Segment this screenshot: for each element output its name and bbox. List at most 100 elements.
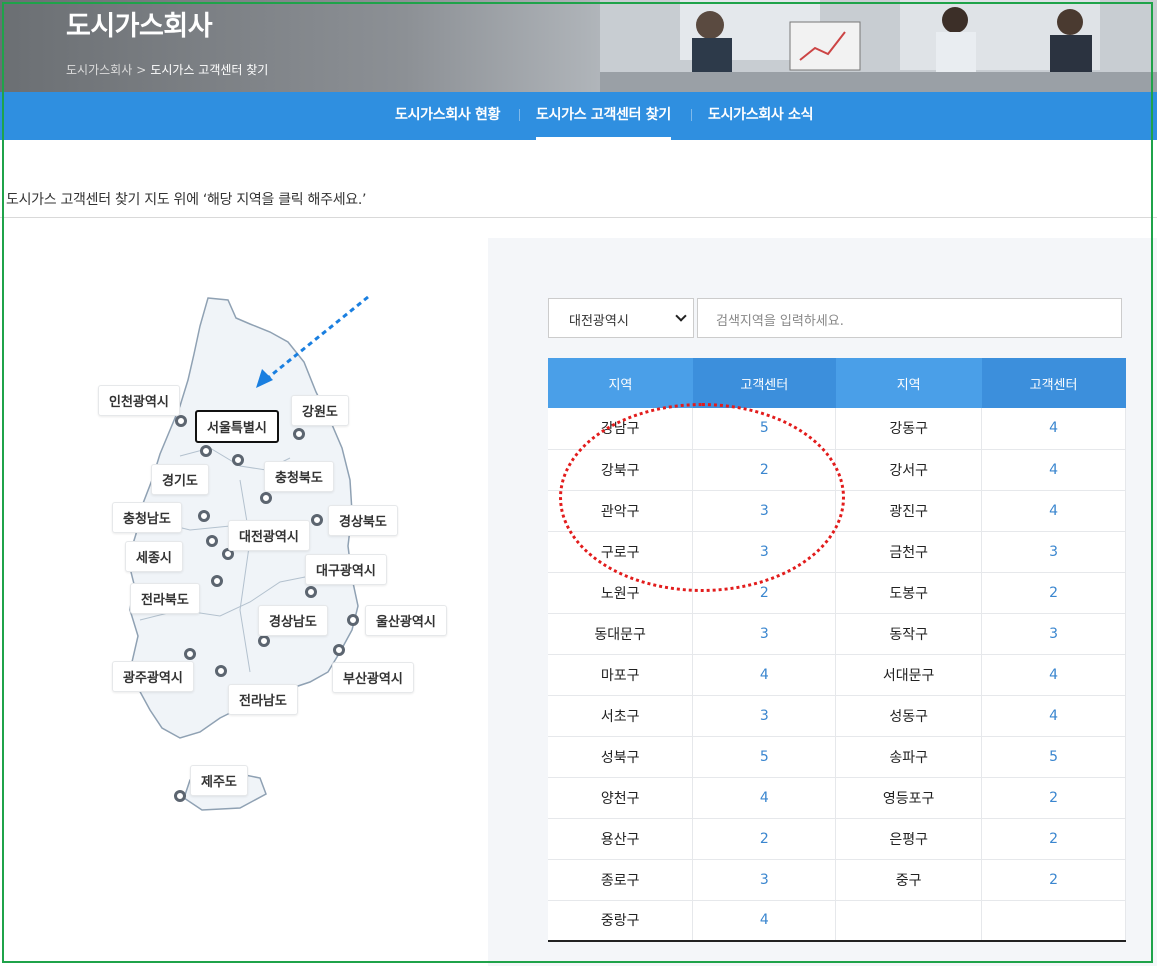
table-row: 양천구 4 영등포구 2 <box>548 777 1126 819</box>
center-count-cell[interactable]: 2 <box>981 777 1126 819</box>
region-cell: 영등포구 <box>835 777 982 819</box>
center-count-cell[interactable]: 2 <box>692 818 837 860</box>
incheon-pin[interactable] <box>175 415 187 427</box>
map-label-sejong[interactable]: 세종시 <box>125 541 183 572</box>
gyeongbuk-pin[interactable] <box>311 514 323 526</box>
center-count-cell[interactable]: 5 <box>692 736 837 778</box>
jeonnam-pin[interactable] <box>215 665 227 677</box>
center-count-cell[interactable]: 4 <box>981 695 1126 737</box>
gyeongnam-pin[interactable] <box>258 635 270 647</box>
chungnam-pin[interactable] <box>198 510 210 522</box>
center-count-cell[interactable]: 3 <box>692 695 837 737</box>
map-label-jeju[interactable]: 제주도 <box>190 765 248 796</box>
map-label-seoul[interactable]: 서울특별시 <box>195 410 279 443</box>
nav-divider <box>691 109 692 121</box>
region-cell: 동작구 <box>835 613 982 655</box>
breadcrumb: 도시가스회사 > 도시가스 고객센터 찾기 <box>66 61 268 78</box>
chungbuk-pin[interactable] <box>260 492 272 504</box>
sejong-pin[interactable] <box>206 535 218 547</box>
center-count-cell[interactable]: 3 <box>981 531 1126 573</box>
divider <box>0 217 1157 218</box>
center-count-cell[interactable]: 3 <box>692 613 837 655</box>
jeju-pin[interactable] <box>174 790 186 802</box>
gwangju-pin[interactable] <box>184 648 196 660</box>
center-count-cell[interactable]: 2 <box>981 859 1126 901</box>
breadcrumb-current: 도시가스 고객센터 찾기 <box>150 63 269 77</box>
table-row: 용산구 2 은평구 2 <box>548 818 1126 860</box>
sub-navigation: 도시가스회사 현황 도시가스 고객센터 찾기 도시가스회사 소식 <box>0 92 1157 140</box>
jeonbuk-pin[interactable] <box>211 575 223 587</box>
ulsan-pin[interactable] <box>347 614 359 626</box>
center-count-cell <box>981 900 1126 942</box>
column-header-region: 지역 <box>835 358 982 408</box>
region-cell: 강동구 <box>835 408 982 450</box>
map-label-incheon[interactable]: 인천광역시 <box>98 385 180 416</box>
center-count-cell[interactable]: 4 <box>981 408 1126 450</box>
center-count-cell[interactable]: 4 <box>692 900 837 942</box>
annotation-ellipse <box>559 403 845 592</box>
table-row: 마포구 4 서대문구 4 <box>548 654 1126 696</box>
center-count-cell[interactable]: 4 <box>692 654 837 696</box>
chevron-down-icon <box>675 310 687 322</box>
region-cell: 성동구 <box>835 695 982 737</box>
map-label-gyeonggi[interactable]: 경기도 <box>151 464 209 495</box>
gyeonggi-pin[interactable] <box>200 445 212 457</box>
map-label-gyeongbuk[interactable]: 경상북도 <box>328 505 398 536</box>
center-count-cell[interactable]: 4 <box>981 449 1126 491</box>
region-select[interactable]: 대전광역시 <box>548 298 694 338</box>
region-cell: 양천구 <box>548 777 693 819</box>
page-title: 도시가스회사 <box>66 11 213 42</box>
center-count-cell[interactable]: 4 <box>981 654 1126 696</box>
breadcrumb-home[interactable]: 도시가스회사 <box>66 63 132 77</box>
center-count-cell[interactable]: 5 <box>981 736 1126 778</box>
region-select-value: 대전광역시 <box>569 314 629 329</box>
region-cell: 강서구 <box>835 449 982 491</box>
table-row: 서초구 3 성동구 4 <box>548 695 1126 737</box>
map-label-jeonnam[interactable]: 전라남도 <box>228 684 298 715</box>
map-label-daejeon[interactable]: 대전광역시 <box>228 520 310 551</box>
map-label-gangwon[interactable]: 강원도 <box>291 395 349 426</box>
region-cell: 광진구 <box>835 490 982 532</box>
region-cell: 중랑구 <box>548 900 693 942</box>
tab-company-news[interactable]: 도시가스회사 소식 <box>708 104 814 124</box>
korea-map[interactable]: 인천광역시 서울특별시 강원도 경기도 충청북도 충청남도 대전광역시 경상북도… <box>90 280 470 840</box>
search-input[interactable]: 검색지역을 입력하세요. <box>697 298 1122 338</box>
map-label-chungbuk[interactable]: 충청북도 <box>264 461 334 492</box>
region-cell: 성북구 <box>548 736 693 778</box>
map-label-chungnam[interactable]: 충청남도 <box>112 502 182 533</box>
region-cell: 도봉구 <box>835 572 982 614</box>
center-count-cell[interactable]: 4 <box>692 777 837 819</box>
busan-pin[interactable] <box>333 644 345 656</box>
column-header-center-count: 고객센터 <box>981 358 1126 408</box>
region-cell: 용산구 <box>548 818 693 860</box>
region-cell: 금천구 <box>835 531 982 573</box>
map-label-gwangju[interactable]: 광주광역시 <box>112 661 194 692</box>
table-row: 동대문구 3 동작구 3 <box>548 613 1126 655</box>
tab-find-customer-center[interactable]: 도시가스 고객센터 찾기 <box>536 104 671 140</box>
gangwon-pin[interactable] <box>293 428 305 440</box>
map-label-jeonbuk[interactable]: 전라북도 <box>130 583 200 614</box>
table-row: 성북구 5 송파구 5 <box>548 736 1126 778</box>
map-label-gyeongnam[interactable]: 경상남도 <box>258 605 328 636</box>
breadcrumb-separator: > <box>136 63 147 77</box>
table-row: 종로구 3 중구 2 <box>548 859 1126 901</box>
region-cell: 종로구 <box>548 859 693 901</box>
daegu-pin[interactable] <box>305 586 317 598</box>
center-count-cell[interactable]: 2 <box>981 818 1126 860</box>
region-cell <box>835 900 982 942</box>
center-count-cell[interactable]: 2 <box>981 572 1126 614</box>
region-cell: 은평구 <box>835 818 982 860</box>
region-cell: 서초구 <box>548 695 693 737</box>
center-count-cell[interactable]: 4 <box>981 490 1126 532</box>
map-label-busan[interactable]: 부산광역시 <box>332 662 414 693</box>
seoul-pin[interactable] <box>232 454 244 466</box>
region-cell: 마포구 <box>548 654 693 696</box>
center-count-cell[interactable]: 3 <box>692 859 837 901</box>
office-photo <box>600 0 1157 92</box>
region-cell: 동대문구 <box>548 613 693 655</box>
center-count-cell[interactable]: 3 <box>981 613 1126 655</box>
tab-company-status[interactable]: 도시가스회사 현황 <box>395 104 501 124</box>
map-label-ulsan[interactable]: 울산광역시 <box>365 605 447 636</box>
map-label-daegu[interactable]: 대구광역시 <box>305 554 387 585</box>
region-cell: 서대문구 <box>835 654 982 696</box>
